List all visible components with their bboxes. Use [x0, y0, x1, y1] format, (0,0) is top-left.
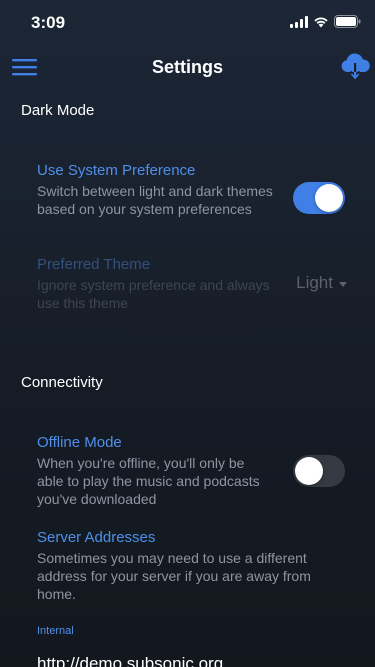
cloud-download-icon: [341, 53, 370, 80]
use-system-preference-title: Use System Preference: [37, 162, 196, 179]
server-addresses-title: Server Addresses: [37, 529, 156, 546]
status-bar: 3:09: [0, 0, 375, 44]
use-system-preference-toggle[interactable]: [293, 182, 345, 214]
chevron-down-icon: [339, 281, 347, 287]
download-button[interactable]: [338, 50, 372, 84]
preferred-theme-description: Ignore system preference and always use …: [37, 277, 270, 311]
signal-icon: [290, 15, 308, 28]
status-time: 3:09: [31, 13, 66, 32]
toggle-knob: [295, 457, 323, 485]
server-addresses-description: Sometimes you may need to use a differen…: [37, 550, 311, 602]
status-icons: [290, 15, 361, 28]
battery-icon: [334, 15, 361, 28]
preferred-theme-title: Preferred Theme: [37, 256, 151, 273]
nav-bar: Settings: [0, 44, 375, 92]
preferred-theme-value: Light: [296, 273, 333, 292]
toggle-knob: [315, 184, 343, 212]
use-system-preference-description: Switch between light and dark themes bas…: [37, 183, 273, 217]
offline-mode-toggle[interactable]: [293, 455, 345, 487]
dark-mode-section-header: Dark Mode: [21, 102, 95, 119]
preferred-theme-select[interactable]: Light: [296, 273, 347, 293]
connectivity-section-header: Connectivity: [21, 374, 103, 391]
page-title: Settings: [151, 57, 223, 77]
internal-address-input[interactable]: [37, 652, 337, 667]
server-addresses-setting: Server Addresses Sometimes you may need …: [37, 529, 357, 603]
internal-address-label: Internal: [37, 625, 74, 637]
offline-mode-description: When you're offline, you'll only be able…: [37, 455, 260, 507]
offline-mode-title: Offline Mode: [37, 434, 122, 451]
wifi-icon: [314, 17, 328, 27]
settings-screen: 3:09 Settings Dark Mode Use System Prefe…: [0, 0, 375, 667]
